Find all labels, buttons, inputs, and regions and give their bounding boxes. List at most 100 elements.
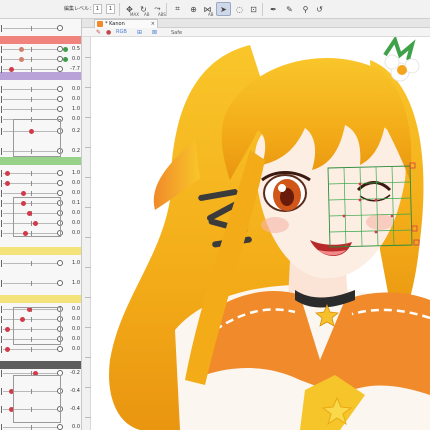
parameter-value[interactable]: 0.0 [66,326,80,332]
parameter-row[interactable] [0,24,81,33]
parameter-2d-grid[interactable] [13,307,61,345]
parameter-row[interactable]: 1.0 [0,279,81,288]
parameter-slider-knob[interactable] [57,346,63,352]
parameter-value[interactable]: 0.5 [66,46,80,52]
keyform-marker[interactable] [19,47,24,52]
canvas-view[interactable]: * Kanon × ✎ ● RGB ⊞ ⊠ Safe [82,19,430,430]
slider-center-tick [31,67,32,72]
parameter-slider-knob[interactable] [57,190,63,196]
parameter-row[interactable]: 1.0 [0,105,81,114]
document-tab[interactable]: * Kanon × [94,19,158,28]
glue-icon[interactable]: ⋈ AB [200,2,215,18]
pin-icon[interactable]: ⚲ [298,2,313,16]
parameter-value[interactable]: 0.1 [66,200,80,206]
parameter-value[interactable]: 0.0 [66,180,80,186]
parameter-value[interactable]: 0.0 [66,424,80,430]
parameter-value[interactable]: -7.7 [66,66,80,72]
parameter-value[interactable]: 0.0 [66,210,80,216]
parameter-value[interactable]: 0.0 [66,306,80,312]
parameter-row[interactable]: 0.5 [0,45,81,54]
pen-icon[interactable]: ✒ [266,2,281,16]
parameter-value[interactable]: 0.0 [66,96,80,102]
keyform-marker[interactable] [21,191,26,196]
arrow-tool-icon[interactable]: ➤ [216,2,231,16]
parameter-value[interactable]: 0.0 [66,220,80,226]
parameter-group-header[interactable] [0,157,81,165]
path-icon[interactable]: ⤳ ABS [150,2,166,17]
parameter-value[interactable]: 1.0 [66,170,80,176]
keyform-marker[interactable] [5,181,10,186]
keyform-marker[interactable] [5,347,10,352]
slider-center-tick [31,171,32,176]
parameter-value[interactable]: 0.2 [66,148,80,154]
parameter-value[interactable]: 1.0 [66,260,80,266]
parameter-group-header[interactable] [0,295,81,303]
keyform-marker[interactable] [9,67,14,72]
parameter-slider-knob[interactable] [57,424,63,430]
deformer-move-icon[interactable]: ✥ MAX [122,2,139,18]
brush-icon[interactable]: ✎ [282,2,297,16]
parameter-slider-knob[interactable] [57,96,63,102]
record-icon[interactable]: ● [106,29,111,36]
parameter-value[interactable]: -0.2 [66,370,80,376]
edit-level-1[interactable]: 1 [93,4,102,14]
parameter-value[interactable]: 0.0 [66,116,80,122]
parameter-value[interactable]: 1.0 [66,106,80,112]
close-icon[interactable]: × [151,21,155,27]
parameter-value[interactable]: 0.0 [66,336,80,342]
parameter-value[interactable]: 0.0 [66,86,80,92]
parameter-slider-knob[interactable] [57,180,63,186]
deformer-rotate-icon[interactable]: ↻ AB [136,2,151,18]
parameter-2d-grid[interactable] [13,197,61,237]
parameter-slider-knob[interactable] [57,280,63,286]
keyform-marker[interactable] [5,327,10,332]
parameter-value[interactable]: 0.0 [66,190,80,196]
rotation-deformer-icon[interactable]: ⊕ [186,2,201,16]
grid-icon[interactable]: ⊞ [137,29,142,36]
guide-icon[interactable]: ⊠ [152,29,157,36]
slider-left-marker [1,86,2,93]
undo-icon[interactable]: ↺ [312,2,327,16]
parameter-value[interactable]: 0.0 [66,346,80,352]
mesh-edit-icon[interactable]: ✎ [96,29,101,36]
parameter-row[interactable]: 0.0 [0,85,81,94]
parameter-slider-knob[interactable] [57,260,63,266]
parameter-group-header[interactable] [0,247,81,255]
parameter-group-header[interactable] [0,361,81,369]
parameter-slider-knob[interactable] [57,86,63,92]
main-toolbar: 編集レベル： 1 1 ✥ MAX ↻ AB ⤳ ABS ⌗ ⊕ ⋈ AB ➤ ◌ ⊡ ✒… [0,0,430,19]
parameter-slider-knob[interactable] [57,170,63,176]
parameter-group-header[interactable] [0,36,81,44]
lasso-icon[interactable]: ◌ [232,2,247,16]
parameter-value[interactable]: 1.0 [66,280,80,286]
parameter-slider-knob[interactable] [57,46,63,52]
parameter-value[interactable]: -0.4 [66,388,80,394]
parameter-value[interactable]: 0.0 [66,316,80,322]
rgb-icon[interactable]: RGB [116,29,127,35]
parameter-row[interactable]: 0.0 [0,55,81,64]
warp-icon[interactable]: ⌗ [170,2,185,16]
parameter-row[interactable]: -7.7 [0,65,81,74]
parameter-value[interactable]: 0.2 [66,128,80,134]
parameter-row[interactable]: 0.0 [0,345,81,354]
parameter-panel: 0.5 0.0 -7.7 0.0 0.0 1.0 0.0 0.2 0.2 1.0 0.0 0.0 0.1… [0,19,82,430]
parameter-row[interactable]: 1.0 [0,169,81,178]
parameter-2d-grid[interactable] [13,119,61,157]
keyform-marker[interactable] [19,57,24,62]
parameter-value[interactable]: -0.4 [66,406,80,412]
parameter-slider-knob[interactable] [57,106,63,112]
parameter-row[interactable]: 0.0 [0,95,81,104]
parameter-value[interactable]: 0.0 [66,56,80,62]
parameter-slider-knob[interactable] [57,56,63,62]
parameter-slider-knob[interactable] [57,66,63,72]
parameter-slider-knob[interactable] [57,25,63,31]
keyform-marker[interactable] [5,171,10,176]
parameter-value[interactable]: 0.0 [66,230,80,236]
parameter-row[interactable]: 0.0 [0,423,81,430]
edit-level-2[interactable]: 1 [106,4,115,14]
parameter-2d-grid[interactable] [13,375,61,423]
parameter-row[interactable]: 0.0 [0,179,81,188]
safe-label[interactable]: Safe [171,30,182,36]
transform-icon[interactable]: ⊡ [246,2,261,16]
parameter-row[interactable]: 1.0 [0,259,81,268]
